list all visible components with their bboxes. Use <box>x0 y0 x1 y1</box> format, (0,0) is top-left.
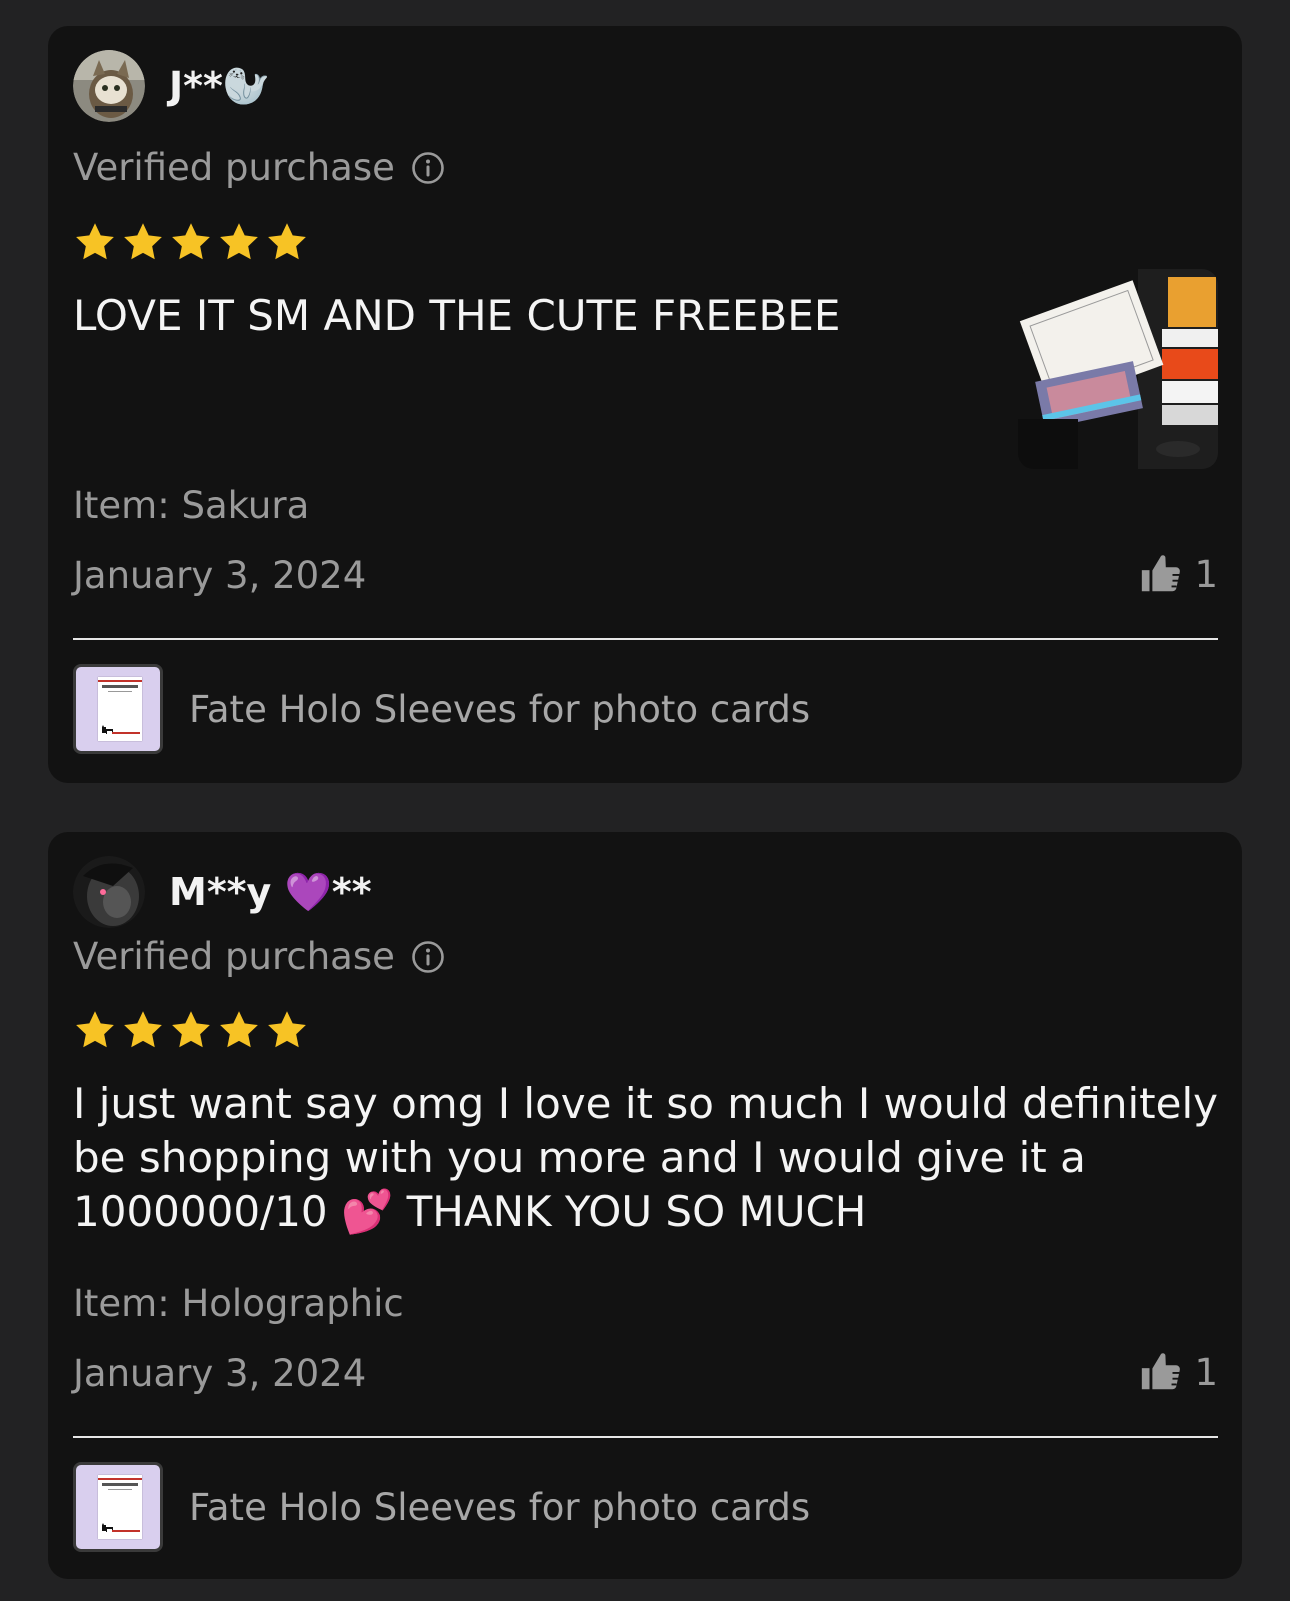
product-thumbnail[interactable] <box>73 664 163 754</box>
username[interactable]: M**y 💜** <box>169 870 372 915</box>
review-card: M**y 💜** Verified purchase I just want s… <box>48 832 1242 1579</box>
info-icon[interactable] <box>411 151 445 185</box>
star-icon <box>220 223 258 260</box>
review-date: January 3, 2024 <box>73 554 367 597</box>
verified-text: Verified purchase <box>73 146 395 189</box>
review-card: J**🦭 Verified purchase LOVE IT SM AND TH… <box>48 26 1242 783</box>
helpful-count: 1 <box>1194 1350 1218 1394</box>
helpful-button[interactable]: 1 <box>1138 1349 1218 1395</box>
helpful-button[interactable]: 1 <box>1138 551 1218 597</box>
product-name[interactable]: Fate Holo Sleeves for photo cards <box>189 688 810 731</box>
username[interactable]: J**🦭 <box>169 64 270 109</box>
avatar[interactable] <box>73 50 145 122</box>
review-text: I just want say omg I love it so much I … <box>73 1079 1219 1236</box>
star-rating <box>73 1008 309 1052</box>
star-icon <box>76 1011 114 1048</box>
divider <box>73 638 1218 640</box>
thumbs-up-icon[interactable] <box>1138 551 1184 597</box>
item-variant: Item: Holographic <box>73 1282 404 1325</box>
product-thumbnail[interactable] <box>73 1462 163 1552</box>
verified-purchase-label[interactable]: Verified purchase <box>73 146 445 189</box>
star-rating <box>73 220 309 264</box>
review-text: LOVE IT SM AND THE CUTE FREEBEE <box>73 291 841 340</box>
reviews-page: J**🦭 Verified purchase LOVE IT SM AND TH… <box>0 0 1290 1601</box>
star-icon <box>220 1011 258 1048</box>
item-variant: Item: Sakura <box>73 484 310 527</box>
review-date: January 3, 2024 <box>73 1352 367 1395</box>
review-header: M**y 💜** <box>73 856 372 928</box>
verified-purchase-label[interactable]: Verified purchase <box>73 935 445 978</box>
avatar[interactable] <box>73 856 145 928</box>
star-icon <box>172 1011 210 1048</box>
thumbs-up-icon[interactable] <box>1138 1349 1184 1395</box>
helpful-count: 1 <box>1194 552 1218 596</box>
info-icon[interactable] <box>411 940 445 974</box>
star-icon <box>124 1011 162 1048</box>
review-photo[interactable] <box>1018 269 1218 469</box>
star-icon <box>268 1011 306 1048</box>
verified-text: Verified purchase <box>73 935 395 978</box>
star-icon <box>268 223 306 260</box>
star-icon <box>124 223 162 260</box>
review-header: J**🦭 <box>73 50 270 122</box>
product-name[interactable]: Fate Holo Sleeves for photo cards <box>189 1486 810 1529</box>
star-icon <box>76 223 114 260</box>
star-icon <box>172 223 210 260</box>
divider <box>73 1436 1218 1438</box>
product-link[interactable]: Fate Holo Sleeves for photo cards <box>73 664 810 754</box>
product-link[interactable]: Fate Holo Sleeves for photo cards <box>73 1462 810 1552</box>
